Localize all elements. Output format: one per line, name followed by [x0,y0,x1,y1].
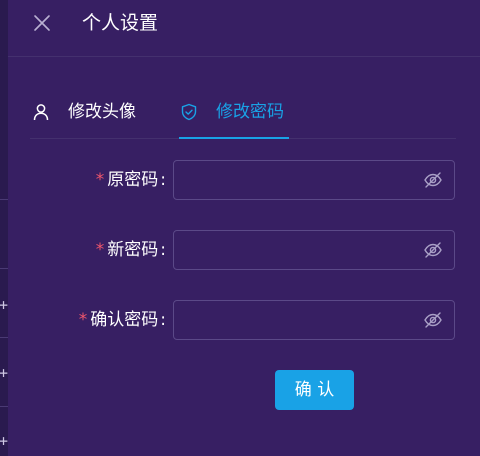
eye-off-icon[interactable] [423,241,443,259]
field-label-text: 确认密码 [90,310,159,330]
settings-drawer: + + + 个人设置 修改头像 修改密码 * 原密码: * 新密码: * 确认… [0,0,480,456]
new-password-label: * 新密码: [96,230,166,270]
old-password-row: * 原密码: [30,160,456,201]
confirm-password-label: * 确认密码: [79,300,166,340]
new-password-row: * 新密码: [30,230,456,271]
edge-divider [0,268,8,269]
shield-check-icon [181,103,197,121]
header-divider [8,56,480,57]
required-mark: * [78,310,88,330]
label-colon: : [160,170,166,190]
field-label-text: 原密码 [107,170,159,190]
old-password-field[interactable] [173,160,455,201]
new-password-input[interactable] [184,231,418,271]
label-colon: : [160,310,166,330]
old-password-label: * 原密码: [96,160,166,200]
field-label-text: 新密码 [107,240,159,260]
confirm-password-row: * 确认密码: [30,300,456,341]
background-page-edge [0,0,8,456]
confirm-button[interactable]: 确 认 [275,370,354,410]
settings-tabs: 修改头像 修改密码 [30,90,456,140]
edge-divider [0,337,8,338]
active-tab-indicator [179,137,289,139]
tab-label: 修改头像 [68,102,136,122]
user-icon [33,104,49,121]
eye-off-icon[interactable] [423,311,443,329]
edge-clipped-glyph: + [0,432,9,450]
edge-divider [0,199,8,200]
tab-change-password[interactable]: 修改密码 [180,99,284,125]
confirm-password-field[interactable] [173,300,455,341]
close-icon[interactable] [32,13,52,33]
edge-clipped-glyph: + [0,364,9,382]
confirm-password-input[interactable] [184,301,418,341]
tab-label: 修改密码 [216,102,284,122]
new-password-field[interactable] [173,230,455,271]
edge-clipped-glyph: + [0,296,9,314]
old-password-input[interactable] [184,161,418,201]
label-colon: : [160,240,166,260]
tab-change-avatar[interactable]: 修改头像 [32,99,136,125]
drawer-title: 个人设置 [82,12,159,34]
required-mark: * [95,240,105,260]
eye-off-icon[interactable] [423,171,443,189]
required-mark: * [95,170,105,190]
drawer-header [8,0,480,56]
edge-divider [0,406,8,407]
